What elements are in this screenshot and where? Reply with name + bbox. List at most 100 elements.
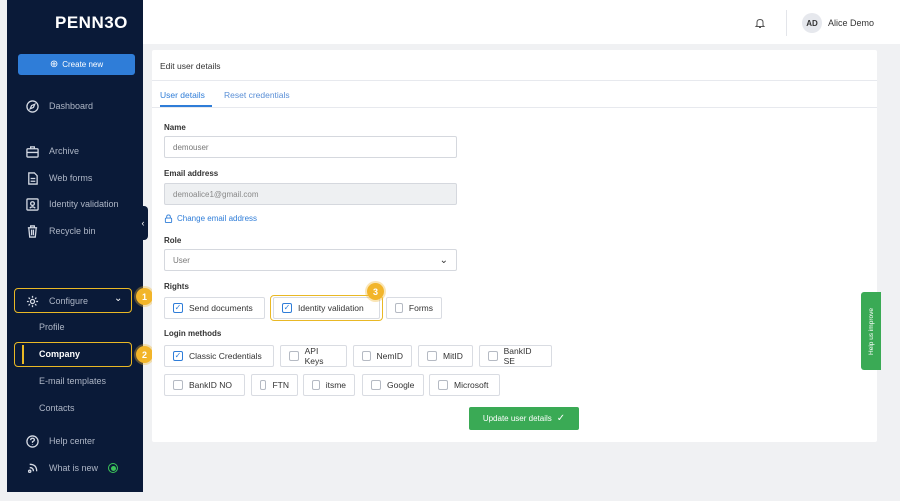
checkbox-icon xyxy=(427,351,437,361)
checkbox-icon xyxy=(488,351,498,361)
header-divider xyxy=(786,10,787,36)
change-email-label: Change email address xyxy=(177,214,258,223)
chip-label: Classic Credentials xyxy=(189,351,262,361)
chip-label: Forms xyxy=(408,303,433,313)
checkbox-icon xyxy=(438,380,448,390)
email-label: Email address xyxy=(164,169,219,178)
create-new-label: Create new xyxy=(62,60,104,69)
login-nemid[interactable]: NemID xyxy=(353,345,412,367)
card-title: Edit user details xyxy=(160,61,221,71)
broadcast-icon xyxy=(27,463,38,473)
active-indicator xyxy=(22,345,24,364)
sidebar-subitem-profile[interactable]: Profile xyxy=(39,322,65,332)
identity-validation-highlight xyxy=(270,295,383,321)
update-user-details-button[interactable]: Update user details ✓ xyxy=(469,407,579,430)
checkbox-icon xyxy=(173,380,183,390)
chip-label: Microsoft xyxy=(454,380,489,390)
change-email-link[interactable]: Change email address xyxy=(164,214,257,223)
sidebar-item-label: Dashboard xyxy=(49,101,94,111)
role-value: User xyxy=(173,255,190,265)
collapse-sidebar-button[interactable]: ‹ xyxy=(138,206,148,240)
status-dot-icon xyxy=(108,463,119,473)
login-methods-label: Login methods xyxy=(164,329,222,338)
login-mitid[interactable]: MitID xyxy=(418,345,473,367)
checkbox-icon xyxy=(395,303,403,313)
sidebar-item-label: What is new xyxy=(49,463,99,473)
name-label: Name xyxy=(164,123,186,132)
rights-label: Rights xyxy=(164,282,189,291)
tab-user-details[interactable]: User details xyxy=(160,90,205,100)
sidebar: PENN3O ⊕ Create new Dashboard Archive We… xyxy=(7,0,143,492)
sidebar-item-label: Archive xyxy=(49,146,80,156)
login-classic-credentials[interactable]: ✓ Classic Credentials xyxy=(164,345,274,367)
sidebar-item-help-center[interactable]: Help center xyxy=(26,433,95,449)
help-us-improve-tab[interactable]: Help us improve xyxy=(861,292,881,370)
chip-label: MitID xyxy=(443,351,463,361)
login-api-keys[interactable]: API Keys xyxy=(280,345,347,367)
login-bankid-no[interactable]: BankID NO xyxy=(164,374,245,396)
archive-icon xyxy=(26,145,39,158)
chip-label: NemID xyxy=(376,351,403,361)
help-circle-icon xyxy=(26,434,39,448)
checkbox-icon xyxy=(371,380,381,390)
id-card-icon xyxy=(26,197,39,211)
checkbox-icon xyxy=(312,380,320,390)
help-tab-label: Help us improve xyxy=(867,307,875,355)
login-itsme[interactable]: itsme xyxy=(303,374,355,396)
checkbox-icon xyxy=(260,380,267,390)
sidebar-item-label: Web forms xyxy=(49,173,93,183)
lock-icon xyxy=(164,214,173,223)
company-highlight xyxy=(14,342,132,367)
avatar[interactable]: AD xyxy=(802,13,822,33)
login-microsoft[interactable]: Microsoft xyxy=(429,374,500,396)
right-forms[interactable]: Forms xyxy=(386,297,442,319)
right-send-documents[interactable]: ✓ Send documents xyxy=(164,297,265,319)
callout-badge-2: 2 xyxy=(136,346,153,363)
logo: PENN3O xyxy=(55,13,128,32)
sidebar-item-what-is-new[interactable]: What is new xyxy=(26,460,119,476)
callout-badge-1: 1 xyxy=(136,288,153,305)
sidebar-item-identity-validation[interactable]: Identity validation xyxy=(26,196,119,212)
email-field: demoalice1@gmail.com xyxy=(164,183,457,205)
chip-label: BankID SE xyxy=(503,346,532,366)
sidebar-item-web-forms[interactable]: Web forms xyxy=(26,170,92,186)
role-label: Role xyxy=(164,236,182,245)
trash-icon xyxy=(27,224,38,238)
chip-label: BankID NO xyxy=(189,380,232,390)
checkbox-icon xyxy=(362,351,371,361)
checkbox-checked-icon: ✓ xyxy=(173,303,183,313)
login-ftn[interactable]: FTN xyxy=(251,374,298,396)
login-google[interactable]: Google xyxy=(362,374,424,396)
name-input[interactable]: demouser xyxy=(164,136,457,158)
checkbox-checked-icon: ✓ xyxy=(173,351,183,361)
sidebar-item-label: Recycle bin xyxy=(49,226,96,236)
create-new-button[interactable]: ⊕ Create new xyxy=(18,54,135,75)
sidebar-subitem-email-templates[interactable]: E-mail templates xyxy=(39,376,106,386)
sidebar-item-label: Identity validation xyxy=(49,199,119,209)
checkbox-icon xyxy=(289,351,299,361)
chip-label: Google xyxy=(387,380,415,390)
chevron-down-icon: ⌄ xyxy=(439,254,448,266)
compass-icon xyxy=(26,99,39,113)
update-button-label: Update user details xyxy=(482,414,552,423)
divider xyxy=(152,80,877,81)
sidebar-subitem-contacts[interactable]: Contacts xyxy=(39,403,75,413)
username[interactable]: Alice Demo xyxy=(828,18,874,28)
chip-label: API Keys xyxy=(304,346,324,366)
sidebar-item-dashboard[interactable]: Dashboard xyxy=(26,98,93,114)
chip-label: itsme xyxy=(325,380,346,390)
sidebar-item-archive[interactable]: Archive xyxy=(26,143,79,159)
chip-label: FTN xyxy=(272,380,289,390)
chevron-left-icon: ‹ xyxy=(141,218,145,228)
configure-highlight xyxy=(14,288,132,313)
role-select[interactable]: User ⌄ xyxy=(164,249,457,271)
sidebar-item-label: Help center xyxy=(49,436,96,446)
plus-circle-icon: ⊕ xyxy=(49,59,59,70)
chip-label: Send documents xyxy=(189,303,253,313)
sidebar-item-recycle-bin[interactable]: Recycle bin xyxy=(26,223,96,239)
bell-icon[interactable] xyxy=(754,17,766,29)
login-bankid-se[interactable]: BankID SE xyxy=(479,345,552,367)
check-icon: ✓ xyxy=(556,413,566,424)
document-icon xyxy=(28,171,38,185)
tab-reset-credentials[interactable]: Reset credentials xyxy=(224,90,290,100)
